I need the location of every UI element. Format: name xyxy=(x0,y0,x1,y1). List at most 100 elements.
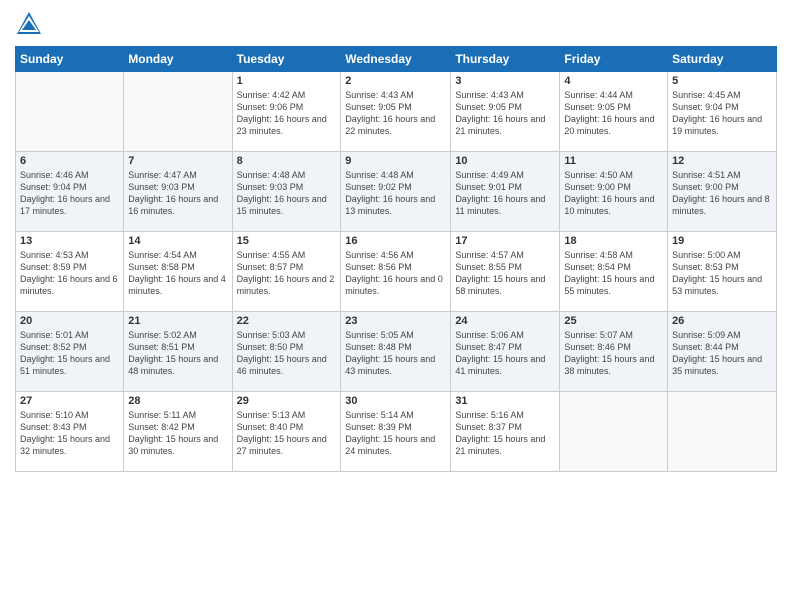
day-info: Sunrise: 4:51 AM Sunset: 9:00 PM Dayligh… xyxy=(672,169,772,218)
calendar-day-cell: 25Sunrise: 5:07 AM Sunset: 8:46 PM Dayli… xyxy=(560,312,668,392)
day-info: Sunrise: 4:57 AM Sunset: 8:55 PM Dayligh… xyxy=(455,249,555,298)
calendar-day-cell: 7 Sunrise: 4:47 AM Sunset: 9:03 PM Daylig… xyxy=(124,152,232,232)
calendar-day-cell: 11 Sunrise: 4:50 AM Sunset: 9:00 PM Dayli… xyxy=(560,152,668,232)
day-info: Sunrise: 4:47 AM Sunset: 9:03 PM Dayligh… xyxy=(128,169,227,218)
calendar-day-cell xyxy=(560,392,668,472)
day-info: Sunrise: 4:45 AM Sunset: 9:04 PM Dayligh… xyxy=(672,89,772,138)
day-info: Sunrise: 4:55 AM Sunset: 8:57 PM Dayligh… xyxy=(237,249,337,298)
day-number: 7 xyxy=(128,155,227,167)
day-info: Sunrise: 4:48 AM Sunset: 9:03 PM Dayligh… xyxy=(237,169,337,218)
calendar: SundayMondayTuesdayWednesdayThursdayFrid… xyxy=(15,46,777,472)
weekday-header: Wednesday xyxy=(341,47,451,72)
day-info: Sunrise: 5:03 AM Sunset: 8:50 PM Dayligh… xyxy=(237,329,337,378)
calendar-day-cell: 5 Sunrise: 4:45 AM Sunset: 9:04 PM Daylig… xyxy=(668,72,777,152)
day-number: 13 xyxy=(20,235,119,247)
day-number: 14 xyxy=(128,235,227,247)
calendar-day-cell: 22 Sunrise: 5:03 AM Sunset: 8:50 PM Dayli… xyxy=(232,312,341,392)
calendar-day-cell: 26 Sunrise: 5:09 AM Sunset: 8:44 PM Dayli… xyxy=(668,312,777,392)
calendar-day-cell: 12 Sunrise: 4:51 AM Sunset: 9:00 PM Dayli… xyxy=(668,152,777,232)
calendar-week-row: 6 Sunrise: 4:46 AM Sunset: 9:04 PM Daylig… xyxy=(16,152,777,232)
day-number: 28 xyxy=(128,395,227,407)
day-info: Sunrise: 5:07 AM Sunset: 8:46 PM Dayligh… xyxy=(564,329,663,378)
calendar-day-cell: 10 Sunrise: 4:49 AM Sunset: 9:01 PM Dayli… xyxy=(451,152,560,232)
day-info: Sunrise: 4:50 AM Sunset: 9:00 PM Dayligh… xyxy=(564,169,663,218)
day-info: Sunrise: 4:42 AM Sunset: 9:06 PM Dayligh… xyxy=(237,89,337,138)
calendar-day-cell: 6 Sunrise: 4:46 AM Sunset: 9:04 PM Daylig… xyxy=(16,152,124,232)
logo-icon xyxy=(15,10,43,38)
page: SundayMondayTuesdayWednesdayThursdayFrid… xyxy=(0,0,792,612)
day-number: 27 xyxy=(20,395,119,407)
calendar-day-cell: 1 Sunrise: 4:42 AM Sunset: 9:06 PM Daylig… xyxy=(232,72,341,152)
day-info: Sunrise: 4:49 AM Sunset: 9:01 PM Dayligh… xyxy=(455,169,555,218)
calendar-day-cell: 24 Sunrise: 5:06 AM Sunset: 8:47 PM Dayli… xyxy=(451,312,560,392)
day-number: 26 xyxy=(672,315,772,327)
calendar-day-cell: 2Sunrise: 4:43 AM Sunset: 9:05 PM Daylig… xyxy=(341,72,451,152)
calendar-week-row: 20 Sunrise: 5:01 AM Sunset: 8:52 PM Dayli… xyxy=(16,312,777,392)
day-info: Sunrise: 5:06 AM Sunset: 8:47 PM Dayligh… xyxy=(455,329,555,378)
calendar-day-cell: 21Sunrise: 5:02 AM Sunset: 8:51 PM Dayli… xyxy=(124,312,232,392)
calendar-day-cell: 13 Sunrise: 4:53 AM Sunset: 8:59 PM Dayli… xyxy=(16,232,124,312)
header xyxy=(15,10,777,38)
day-number: 1 xyxy=(237,75,337,87)
day-info: Sunrise: 4:58 AM Sunset: 8:54 PM Dayligh… xyxy=(564,249,663,298)
calendar-week-row: 27 Sunrise: 5:10 AM Sunset: 8:43 PM Dayli… xyxy=(16,392,777,472)
day-info: Sunrise: 5:05 AM Sunset: 8:48 PM Dayligh… xyxy=(345,329,446,378)
weekday-header: Thursday xyxy=(451,47,560,72)
day-info: Sunrise: 4:43 AM Sunset: 9:05 PM Dayligh… xyxy=(345,89,446,138)
calendar-day-cell: 30 Sunrise: 5:14 AM Sunset: 8:39 PM Dayli… xyxy=(341,392,451,472)
weekday-header: Sunday xyxy=(16,47,124,72)
day-info: Sunrise: 5:14 AM Sunset: 8:39 PM Dayligh… xyxy=(345,409,446,458)
day-number: 12 xyxy=(672,155,772,167)
day-info: Sunrise: 4:56 AM Sunset: 8:56 PM Dayligh… xyxy=(345,249,446,298)
day-number: 20 xyxy=(20,315,119,327)
calendar-week-row: 13 Sunrise: 4:53 AM Sunset: 8:59 PM Dayli… xyxy=(16,232,777,312)
day-number: 5 xyxy=(672,75,772,87)
day-info: Sunrise: 4:53 AM Sunset: 8:59 PM Dayligh… xyxy=(20,249,119,298)
day-number: 24 xyxy=(455,315,555,327)
day-info: Sunrise: 4:48 AM Sunset: 9:02 PM Dayligh… xyxy=(345,169,446,218)
day-number: 6 xyxy=(20,155,119,167)
calendar-day-cell xyxy=(668,392,777,472)
calendar-day-cell: 19Sunrise: 5:00 AM Sunset: 8:53 PM Dayli… xyxy=(668,232,777,312)
calendar-day-cell: 3Sunrise: 4:43 AM Sunset: 9:05 PM Daylig… xyxy=(451,72,560,152)
day-info: Sunrise: 4:54 AM Sunset: 8:58 PM Dayligh… xyxy=(128,249,227,298)
day-info: Sunrise: 5:00 AM Sunset: 8:53 PM Dayligh… xyxy=(672,249,772,298)
calendar-day-cell: 9 Sunrise: 4:48 AM Sunset: 9:02 PM Daylig… xyxy=(341,152,451,232)
day-info: Sunrise: 4:46 AM Sunset: 9:04 PM Dayligh… xyxy=(20,169,119,218)
calendar-day-cell: 23 Sunrise: 5:05 AM Sunset: 8:48 PM Dayli… xyxy=(341,312,451,392)
calendar-day-cell xyxy=(16,72,124,152)
weekday-header-row: SundayMondayTuesdayWednesdayThursdayFrid… xyxy=(16,47,777,72)
calendar-day-cell: 16 Sunrise: 4:56 AM Sunset: 8:56 PM Dayli… xyxy=(341,232,451,312)
calendar-day-cell: 14 Sunrise: 4:54 AM Sunset: 8:58 PM Dayli… xyxy=(124,232,232,312)
day-info: Sunrise: 5:13 AM Sunset: 8:40 PM Dayligh… xyxy=(237,409,337,458)
day-number: 18 xyxy=(564,235,663,247)
weekday-header: Monday xyxy=(124,47,232,72)
day-number: 22 xyxy=(237,315,337,327)
calendar-day-cell: 27 Sunrise: 5:10 AM Sunset: 8:43 PM Dayli… xyxy=(16,392,124,472)
logo xyxy=(15,10,47,38)
day-number: 21 xyxy=(128,315,227,327)
day-number: 30 xyxy=(345,395,446,407)
day-info: Sunrise: 5:01 AM Sunset: 8:52 PM Dayligh… xyxy=(20,329,119,378)
day-info: Sunrise: 4:43 AM Sunset: 9:05 PM Dayligh… xyxy=(455,89,555,138)
weekday-header: Saturday xyxy=(668,47,777,72)
day-number: 16 xyxy=(345,235,446,247)
calendar-day-cell: 31Sunrise: 5:16 AM Sunset: 8:37 PM Dayli… xyxy=(451,392,560,472)
calendar-day-cell: 8 Sunrise: 4:48 AM Sunset: 9:03 PM Daylig… xyxy=(232,152,341,232)
calendar-day-cell: 15Sunrise: 4:55 AM Sunset: 8:57 PM Dayli… xyxy=(232,232,341,312)
calendar-week-row: 1 Sunrise: 4:42 AM Sunset: 9:06 PM Daylig… xyxy=(16,72,777,152)
day-info: Sunrise: 5:09 AM Sunset: 8:44 PM Dayligh… xyxy=(672,329,772,378)
day-number: 8 xyxy=(237,155,337,167)
day-number: 4 xyxy=(564,75,663,87)
calendar-day-cell: 18 Sunrise: 4:58 AM Sunset: 8:54 PM Dayli… xyxy=(560,232,668,312)
day-info: Sunrise: 5:10 AM Sunset: 8:43 PM Dayligh… xyxy=(20,409,119,458)
day-number: 9 xyxy=(345,155,446,167)
day-number: 10 xyxy=(455,155,555,167)
day-number: 23 xyxy=(345,315,446,327)
weekday-header: Tuesday xyxy=(232,47,341,72)
day-info: Sunrise: 5:11 AM Sunset: 8:42 PM Dayligh… xyxy=(128,409,227,458)
calendar-day-cell: 20 Sunrise: 5:01 AM Sunset: 8:52 PM Dayli… xyxy=(16,312,124,392)
calendar-day-cell xyxy=(124,72,232,152)
day-number: 29 xyxy=(237,395,337,407)
day-number: 11 xyxy=(564,155,663,167)
